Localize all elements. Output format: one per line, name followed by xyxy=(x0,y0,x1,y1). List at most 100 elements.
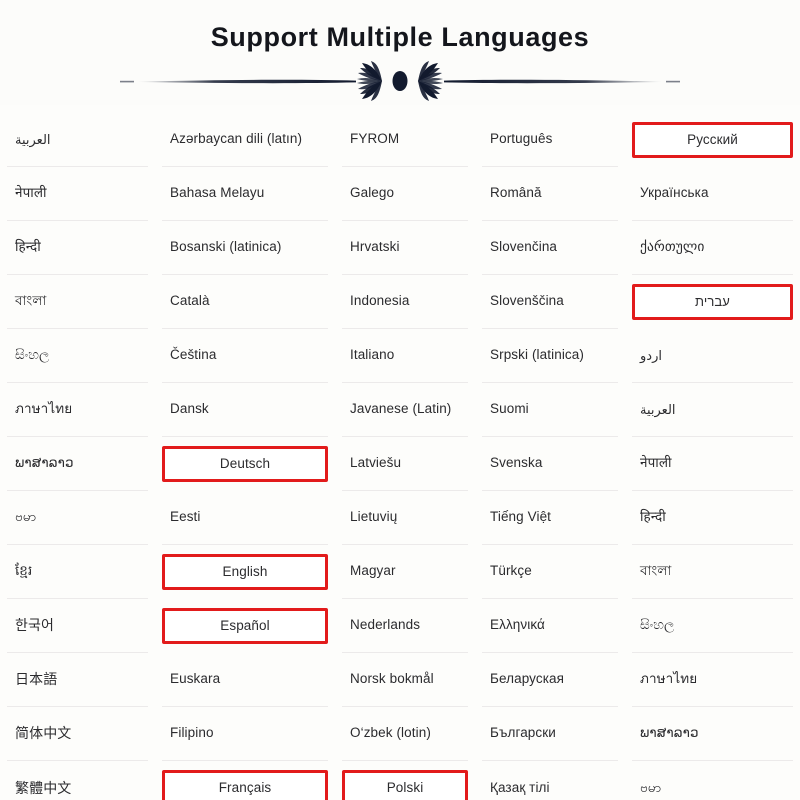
language-option[interactable]: Lietuvių xyxy=(342,491,468,545)
language-option[interactable]: Azərbaycan dili (latın) xyxy=(162,113,328,167)
language-option-label: العربية xyxy=(640,401,676,417)
language-option-label: Български xyxy=(490,725,556,741)
language-option-label: עברית xyxy=(695,294,730,310)
language-option[interactable]: ខ្មែរ xyxy=(7,545,148,599)
language-option[interactable]: Беларуская xyxy=(482,653,618,707)
language-option[interactable]: Українська xyxy=(632,167,793,221)
language-option[interactable]: Български xyxy=(482,707,618,761)
language-option[interactable]: Filipino xyxy=(162,707,328,761)
language-option[interactable]: ქართული xyxy=(632,221,793,275)
language-option[interactable]: Català xyxy=(162,275,328,329)
language-option-label: Nederlands xyxy=(350,617,421,633)
language-option[interactable]: Türkçe xyxy=(482,545,618,599)
language-option[interactable]: Bahasa Melayu xyxy=(162,167,328,221)
language-option[interactable]: ພາສາລາວ xyxy=(7,437,148,491)
language-option-label: Italiano xyxy=(350,347,395,363)
language-option[interactable]: 한국어 xyxy=(7,599,148,653)
language-option[interactable]: Dansk xyxy=(162,383,328,437)
language-option[interactable]: Svenska xyxy=(482,437,618,491)
language-option[interactable]: Srpski (latinica) xyxy=(482,329,618,383)
language-option-highlighted[interactable]: Polski xyxy=(342,770,468,800)
language-option[interactable]: Română xyxy=(482,167,618,221)
language-option[interactable]: සිංහල xyxy=(632,599,793,653)
language-option[interactable]: ພາສາລາວ xyxy=(632,707,793,761)
language-option-label: ខ្មែរ xyxy=(15,563,33,579)
language-option[interactable]: Ελληνικά xyxy=(482,599,618,653)
language-option[interactable]: 简体中文 xyxy=(7,707,148,761)
language-option[interactable]: Slovenčina xyxy=(482,221,618,275)
language-cell-slot: Español xyxy=(155,599,335,653)
language-option-highlighted[interactable]: Русский xyxy=(632,122,793,158)
language-cell-slot: Français xyxy=(155,761,335,800)
language-option-label: Français xyxy=(218,779,272,795)
language-option-label: Javanese (Latin) xyxy=(350,401,452,417)
language-option[interactable]: ဗမာ xyxy=(632,761,793,800)
language-option-label: සිංහල xyxy=(640,617,675,633)
language-option[interactable]: ภาษาไทย xyxy=(632,653,793,707)
language-option-label: Hrvatski xyxy=(350,239,400,255)
language-option-label: ພາສາລາວ xyxy=(15,455,74,471)
language-option[interactable]: हिन्दी xyxy=(7,221,148,275)
language-option-label: Bahasa Melayu xyxy=(170,185,265,201)
language-option[interactable]: Norsk bokmål xyxy=(342,653,468,707)
language-option[interactable]: සිංහල xyxy=(7,329,148,383)
language-option-label: Bosanski (latinica) xyxy=(170,239,282,255)
language-option-label: ქართული xyxy=(640,239,705,255)
language-option-label: اردو xyxy=(640,347,662,363)
language-option-label: हिन्दी xyxy=(15,239,41,255)
language-option[interactable]: Indonesia xyxy=(342,275,468,329)
language-option[interactable]: नेपाली xyxy=(7,167,148,221)
language-option-label: Slovenščina xyxy=(490,293,564,309)
language-option[interactable]: हिन्दी xyxy=(632,491,793,545)
language-option[interactable]: Português xyxy=(482,113,618,167)
language-option-label: नेपाली xyxy=(15,185,47,201)
language-option-highlighted[interactable]: English xyxy=(162,554,328,590)
language-option-label: 繁體中文 xyxy=(15,779,72,796)
language-option[interactable]: Latviešu xyxy=(342,437,468,491)
language-option[interactable]: Čeština xyxy=(162,329,328,383)
language-option-label: Қазақ тілі xyxy=(490,779,550,795)
language-option-highlighted[interactable]: Français xyxy=(162,770,328,800)
language-option[interactable]: العربية xyxy=(632,383,793,437)
language-option[interactable]: ภาษาไทย xyxy=(7,383,148,437)
language-option[interactable]: 日本語 xyxy=(7,653,148,707)
language-option[interactable]: Magyar xyxy=(342,545,468,599)
language-option-label: ဗမာ xyxy=(15,509,37,525)
language-option[interactable]: Eesti xyxy=(162,491,328,545)
language-option[interactable]: Galego xyxy=(342,167,468,221)
language-option[interactable]: Italiano xyxy=(342,329,468,383)
language-option-label: Dansk xyxy=(170,401,209,417)
language-option[interactable]: বাংলা xyxy=(7,275,148,329)
language-option-label: Eesti xyxy=(170,509,201,525)
language-cell-slot: Deutsch xyxy=(155,437,335,491)
language-option[interactable]: ဗမာ xyxy=(7,491,148,545)
language-option[interactable]: 繁體中文 xyxy=(7,761,148,800)
language-option-highlighted[interactable]: עברית xyxy=(632,284,793,320)
language-option-highlighted[interactable]: Deutsch xyxy=(162,446,328,482)
language-column-3: FYROM Galego Hrvatski Indonesia Italiano Java… xyxy=(335,113,475,800)
language-option[interactable]: Slovenščina xyxy=(482,275,618,329)
language-option[interactable]: Hrvatski xyxy=(342,221,468,275)
language-option[interactable]: Euskara xyxy=(162,653,328,707)
language-option[interactable]: العربية xyxy=(7,113,148,167)
page-title: Support Multiple Languages xyxy=(210,22,590,52)
language-option[interactable]: नेपाली xyxy=(632,437,793,491)
language-option-label: 简体中文 xyxy=(15,725,72,742)
language-option[interactable]: বাংলা xyxy=(632,545,793,599)
language-option[interactable]: Bosanski (latinica) xyxy=(162,221,328,275)
language-option[interactable]: Suomi xyxy=(482,383,618,437)
language-option-label: FYROM xyxy=(350,131,400,147)
language-option-label: Svenska xyxy=(490,455,543,471)
language-option[interactable]: Javanese (Latin) xyxy=(342,383,468,437)
language-option[interactable]: FYROM xyxy=(342,113,468,167)
language-option-label: বাংলা xyxy=(640,563,672,579)
language-option-label: Ελληνικά xyxy=(490,617,545,633)
language-option-label: Español xyxy=(220,617,270,633)
language-option-label: සිංහල xyxy=(15,347,50,363)
language-option[interactable]: Tiếng Việt xyxy=(482,491,618,545)
language-option[interactable]: O‘zbek (lotin) xyxy=(342,707,468,761)
language-option[interactable]: Қазақ тілі xyxy=(482,761,618,800)
language-option[interactable]: اردو xyxy=(632,329,793,383)
language-option-highlighted[interactable]: Español xyxy=(162,608,328,644)
language-option[interactable]: Nederlands xyxy=(342,599,468,653)
